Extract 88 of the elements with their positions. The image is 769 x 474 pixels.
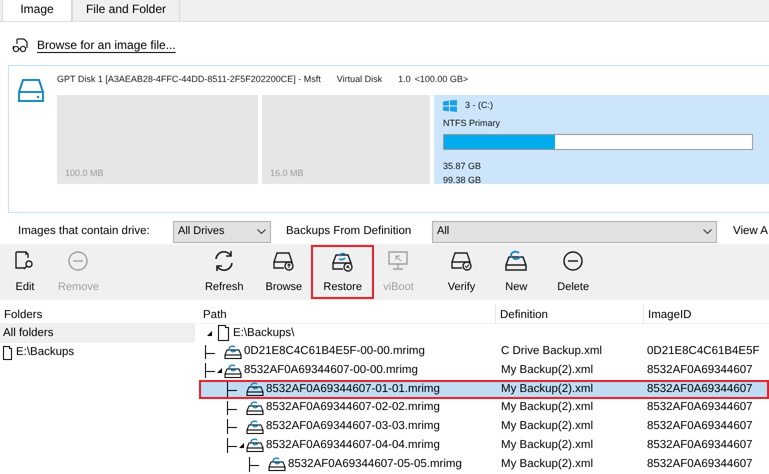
table-row[interactable]: 0D21E8C4C61B4E5F-00-00.mrimg C Drive Backup.xml 0D21E8C4C61B4E5F: [199, 342, 769, 362]
image-id-cell: 8532AF0A69344607: [647, 438, 753, 451]
path-cell-text: 8532AF0A69344607-02-02.mrimg: [266, 400, 440, 416]
document-icon: [3, 346, 12, 360]
table-row[interactable]: 8532AF0A69344607-05-05.mrimg My Backup(2).xml 8532AF0A69344607: [199, 454, 769, 474]
definition-cell: My Backup(2).xml: [501, 438, 594, 451]
expander-icon[interactable]: [239, 442, 244, 448]
expander-icon[interactable]: [217, 368, 222, 374]
definition-cell: My Backup(2).xml: [501, 364, 594, 376]
filter-label: Backups From Definition: [286, 224, 412, 239]
tree-line: [227, 438, 237, 453]
column-header: ImageID: [643, 304, 769, 324]
drive-sync-icon: [246, 401, 264, 416]
drive-sync-icon: [246, 382, 264, 396]
tree-line: [227, 382, 237, 397]
tree-line: [227, 419, 237, 434]
filter-label: Images that contain drive:: [18, 224, 151, 239]
table-row[interactable]: 8532AF0A69344607-02-02.mrimg My Backup(2).xml 8532AF0A69344607: [199, 398, 769, 418]
image-id-cell: 8532AF0A69344607: [647, 364, 753, 376]
filter-label: View A: [733, 224, 768, 239]
expander-icon[interactable]: [207, 330, 212, 336]
disk-title: GPT Disk 1 [A3AEAB28-4FFC-44DD-8511-2F5F202200CE] - Msft: [57, 73, 321, 86]
minus-circle-icon: [66, 249, 90, 273]
image-id-cell: 8532AF0A69344607: [647, 401, 753, 414]
partition-size: 100.0 MB: [65, 166, 104, 180]
image-id-cell: 0D21E8C4C61B4E5F: [647, 345, 760, 358]
path-cell-text: 8532AF0A69344607-01-01.mrimg: [266, 382, 440, 397]
column-header: Path: [199, 304, 495, 324]
path-cell-text: 8532AF0A69344607-05-05.mrimg: [288, 456, 462, 472]
partition-block[interactable]: 3 - (C:) NTFS Primary 35.87 GB 99.38 GB: [434, 95, 769, 184]
definition-cell: My Backup(2).xml: [501, 458, 594, 470]
drive-sync-icon: [246, 438, 264, 452]
volume-label: 3 - (C:): [465, 99, 493, 112]
tab[interactable]: Image: [2, 0, 72, 21]
chevron-icon: [257, 229, 266, 234]
definition-cell: C Drive Backup.xml: [501, 345, 602, 358]
disk-model: Virtual Disk: [336, 73, 382, 86]
drive-sync-icon: [504, 249, 528, 273]
glasses-icon: [12, 38, 29, 52]
used-size: 35.87 GB: [443, 160, 482, 173]
document-icon: [218, 325, 229, 342]
tree-line: [205, 344, 215, 360]
table-row[interactable]: 8532AF0A69344607-03-03.mrimg My Backup(2).xml 8532AF0A69344607: [199, 417, 769, 436]
tree-line: [205, 363, 215, 378]
dropdown[interactable]: All: [432, 220, 717, 242]
folder-item[interactable]: All folders: [0, 324, 195, 343]
path-cell-text: 0D21E8C4C61B4E5F-00-00.mrimg: [244, 344, 425, 360]
image-id-cell: 8532AF0A69344607: [647, 458, 753, 470]
toolbar-button[interactable]: Edit: [6, 245, 44, 299]
folder-item[interactable]: E:\Backups: [0, 343, 195, 362]
definition-cell: My Backup(2).xml: [501, 420, 594, 432]
column-header: Definition: [495, 304, 643, 324]
path-cell-text: 8532AF0A69344607-03-03.mrimg: [266, 419, 440, 434]
tree-line: [227, 400, 237, 416]
table-row[interactable]: 8532AF0A69344607-01-01.mrimg My Backup(2).xml 8532AF0A69344607: [199, 380, 769, 399]
toolbar-button[interactable]: Delete: [551, 245, 596, 299]
toolbar-button[interactable]: Browse: [260, 245, 308, 299]
disk-size: <100.00 GB>: [414, 73, 468, 86]
minus-circle-icon: [561, 249, 586, 273]
disk-version: 1.0: [398, 73, 411, 86]
drive-sync-icon: [224, 345, 242, 360]
definition-cell: My Backup(2).xml: [501, 401, 594, 414]
tab[interactable]: File and Folder: [72, 0, 180, 21]
total-size: 99.38 GB: [443, 174, 482, 186]
toolbar-button[interactable]: New: [497, 245, 536, 299]
path-cell-text: E:\Backups\: [233, 326, 294, 341]
drive-sync-icon: [268, 457, 286, 472]
drive-sync-icon: [224, 364, 242, 378]
tree-line: [249, 456, 259, 472]
partition-size: 16.0 MB: [270, 166, 304, 180]
table-row[interactable]: E:\Backups\: [199, 324, 769, 343]
table-row[interactable]: 8532AF0A69344607-04-04.mrimg My Backup(2).xml 8532AF0A69344607: [199, 436, 769, 455]
image-id-cell: 8532AF0A69344607: [647, 382, 753, 395]
browse-link[interactable]: Browse for an image file...: [37, 36, 176, 54]
toolbar-button[interactable]: Refresh: [198, 245, 250, 299]
drive-icon: [18, 78, 44, 103]
windows-icon: [443, 100, 457, 112]
path-cell-text: 8532AF0A69344607-00-00.mrimg: [244, 363, 418, 378]
table-row[interactable]: 8532AF0A69344607-00-00.mrimg My Backup(2).xml 8532AF0A69344607: [199, 361, 769, 380]
volume-type: NTFS Primary: [443, 116, 501, 130]
chevron-icon: [703, 229, 712, 234]
image-id-cell: 8532AF0A69344607: [647, 420, 753, 432]
path-cell-text: 8532AF0A69344607-04-04.mrimg: [266, 438, 440, 453]
dropdown[interactable]: All Drives: [173, 220, 271, 242]
definition-cell: My Backup(2).xml: [501, 382, 594, 395]
drive-sync-icon: [246, 420, 264, 434]
toolbar-button[interactable]: Restore: [311, 245, 374, 299]
toolbar-button[interactable]: Verify: [442, 245, 482, 299]
